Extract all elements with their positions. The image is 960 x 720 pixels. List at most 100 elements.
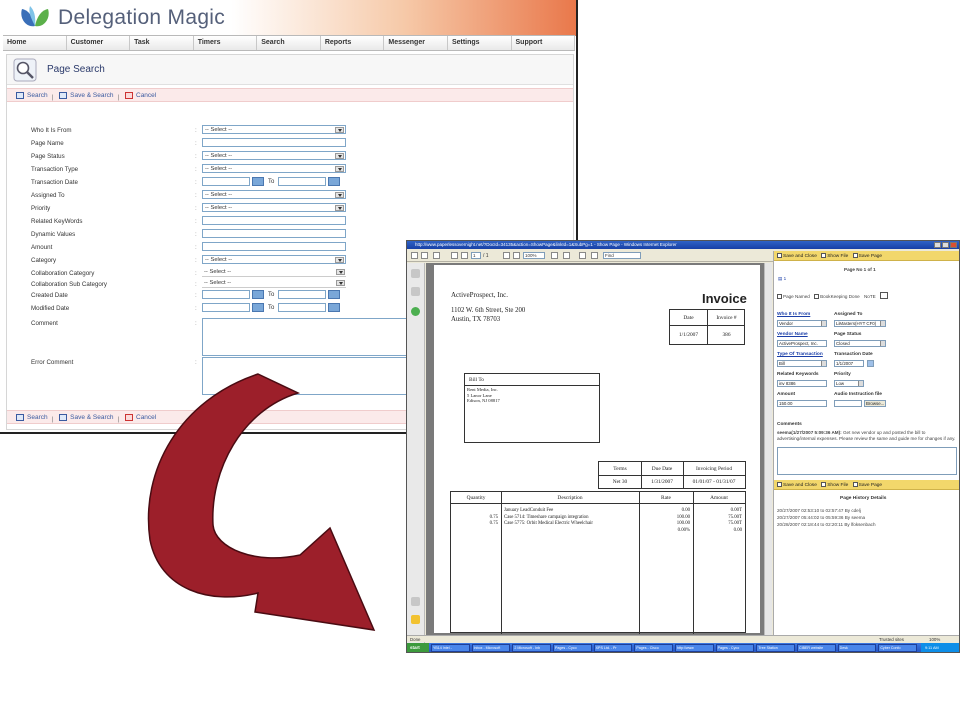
- nav-messenger[interactable]: Messenger: [384, 36, 448, 50]
- transaction-date-to-input[interactable]: [278, 177, 326, 186]
- page-thumbnail-icon[interactable]: ▤ 1: [778, 276, 786, 282]
- bookkeeping-done-checkbox[interactable]: BookKeeping Done: [811, 294, 860, 299]
- save-page-button[interactable]: Save Page: [850, 253, 882, 259]
- taskbar-item[interactable]: http://www: [675, 644, 714, 652]
- transaction-date-field[interactable]: 1/1/2007: [834, 360, 864, 367]
- taskbar-item[interactable]: Pages - Cyco: [715, 644, 755, 652]
- transaction-type-select[interactable]: -- Select --: [202, 164, 346, 173]
- calendar-icon[interactable]: [328, 303, 340, 312]
- modified-date-from-input[interactable]: [202, 303, 250, 312]
- attachment-icon[interactable]: [411, 287, 420, 296]
- signature-icon[interactable]: [411, 307, 420, 316]
- rotate-icon[interactable]: [579, 252, 586, 259]
- calendar-icon[interactable]: [328, 290, 340, 299]
- start-button[interactable]: start: [407, 643, 429, 652]
- created-date-from-input[interactable]: [202, 290, 250, 299]
- comment-textarea[interactable]: [777, 447, 957, 475]
- save-search-button-bottom[interactable]: Save & Search: [59, 414, 113, 421]
- nav-support[interactable]: Support: [511, 36, 576, 50]
- created-date-to-input[interactable]: [278, 290, 326, 299]
- snapshot-icon[interactable]: [591, 252, 598, 259]
- nav-customer[interactable]: Customer: [66, 36, 131, 50]
- taskbar-item[interactable]: Pages - Cisco: [634, 644, 673, 652]
- calendar-icon[interactable]: [252, 290, 264, 299]
- zoom-in-icon[interactable]: [513, 252, 520, 259]
- taskbar-item[interactable]: CIBER website: [797, 644, 836, 652]
- nav-home[interactable]: Home: [3, 36, 67, 50]
- related-keywords-input[interactable]: [202, 216, 346, 225]
- zoom-field[interactable]: 100%: [523, 252, 545, 259]
- save-icon[interactable]: [411, 252, 418, 259]
- category-select[interactable]: -- Select --: [202, 255, 346, 264]
- who-label[interactable]: Who It Is From: [777, 312, 810, 317]
- note-field[interactable]: [880, 292, 889, 299]
- show-file-checkbox[interactable]: Show File: [818, 253, 848, 259]
- page-name-input[interactable]: [202, 138, 346, 147]
- find-field[interactable]: Find: [603, 252, 641, 259]
- status-zoom[interactable]: 100%: [929, 637, 940, 642]
- who-it-is-from-select[interactable]: -- Select --: [202, 125, 346, 134]
- save-search-button[interactable]: Save & Search: [59, 92, 113, 99]
- save-and-close-button[interactable]: Save and Close: [777, 253, 817, 259]
- next-page-icon[interactable]: [461, 252, 468, 259]
- fit-page-icon[interactable]: [551, 252, 558, 259]
- save-page-button-bottom[interactable]: Save Page: [850, 482, 882, 488]
- audio-file-field[interactable]: [834, 400, 862, 407]
- prev-page-icon[interactable]: [451, 252, 458, 259]
- minimize-button[interactable]: [934, 242, 941, 248]
- nav-reports[interactable]: Reports: [320, 36, 385, 50]
- zoom-out-icon[interactable]: [503, 252, 510, 259]
- search-button-bottom[interactable]: Search: [16, 414, 48, 421]
- page-named-checkbox[interactable]: Page Named: [777, 294, 810, 299]
- who-select[interactable]: Vendor: [777, 320, 827, 327]
- assigned-select[interactable]: LiMasters(HYT CF0): [834, 320, 886, 327]
- search-button[interactable]: Search: [16, 92, 48, 99]
- keywords-field[interactable]: inv 8386: [777, 380, 827, 387]
- nav-task[interactable]: Task: [130, 36, 194, 50]
- collaboration-category-select[interactable]: -- Select --: [202, 268, 346, 277]
- taskbar-item[interactable]: 2 Microsoft - Inb: [512, 644, 551, 652]
- cancel-button-bottom[interactable]: Cancel: [125, 414, 156, 421]
- calendar-icon[interactable]: [252, 303, 264, 312]
- cancel-button[interactable]: Cancel: [125, 92, 156, 99]
- amount-field[interactable]: 150.00: [777, 400, 827, 407]
- collaboration-sub-category-select[interactable]: -- Select --: [202, 279, 346, 288]
- modified-date-to-input[interactable]: [278, 303, 326, 312]
- priority-select[interactable]: -- Select --: [202, 203, 346, 212]
- taskbar-item[interactable]: Inbox - Microsoft: [471, 644, 511, 652]
- error-comment-textarea[interactable]: [202, 357, 408, 395]
- calendar-icon[interactable]: [867, 360, 874, 367]
- taskbar-item[interactable]: Cyber Confo: [878, 644, 917, 652]
- hand-tool-icon[interactable]: [433, 252, 440, 259]
- page-number-field[interactable]: 1: [471, 252, 481, 259]
- print-icon[interactable]: [421, 252, 428, 259]
- pages-icon[interactable]: [411, 269, 420, 278]
- pdf-viewer[interactable]: ActiveProspect, Inc. 1102 W. 6th Street,…: [426, 263, 764, 635]
- nav-timers[interactable]: Timers: [193, 36, 258, 50]
- assigned-to-select[interactable]: -- Select --: [202, 190, 346, 199]
- transaction-type-label[interactable]: Type Of Transaction: [777, 352, 823, 357]
- comment-textarea[interactable]: [202, 318, 408, 356]
- page-status-select[interactable]: -- Select --: [202, 151, 346, 160]
- browse-button[interactable]: Browse...: [864, 400, 886, 407]
- priority-select[interactable]: Low: [834, 380, 864, 387]
- paperclip-icon[interactable]: [411, 597, 420, 606]
- taskbar-item[interactable]: Desk: [837, 644, 877, 652]
- show-file-checkbox-bottom[interactable]: Show File: [818, 482, 848, 488]
- taskbar-item[interactable]: Tree Station: [756, 644, 795, 652]
- vendor-label[interactable]: Vendor Name: [777, 332, 808, 337]
- vertical-scrollbar[interactable]: [764, 263, 772, 635]
- maximize-button[interactable]: [942, 242, 949, 248]
- close-button[interactable]: [950, 242, 957, 248]
- fit-width-icon[interactable]: [563, 252, 570, 259]
- nav-settings[interactable]: Settings: [447, 36, 512, 50]
- dynamic-values-input[interactable]: [202, 229, 346, 238]
- transaction-date-from-input[interactable]: [202, 177, 250, 186]
- save-and-close-button-bottom[interactable]: Save and Close: [777, 482, 817, 488]
- calendar-icon[interactable]: [252, 177, 264, 186]
- nav-search[interactable]: Search: [257, 36, 321, 50]
- transaction-type-select[interactable]: Bill: [777, 360, 827, 367]
- calendar-icon[interactable]: [328, 177, 340, 186]
- comment-icon[interactable]: [411, 615, 420, 624]
- taskbar-item[interactable]: XPS Ltd. - Pr: [593, 644, 633, 652]
